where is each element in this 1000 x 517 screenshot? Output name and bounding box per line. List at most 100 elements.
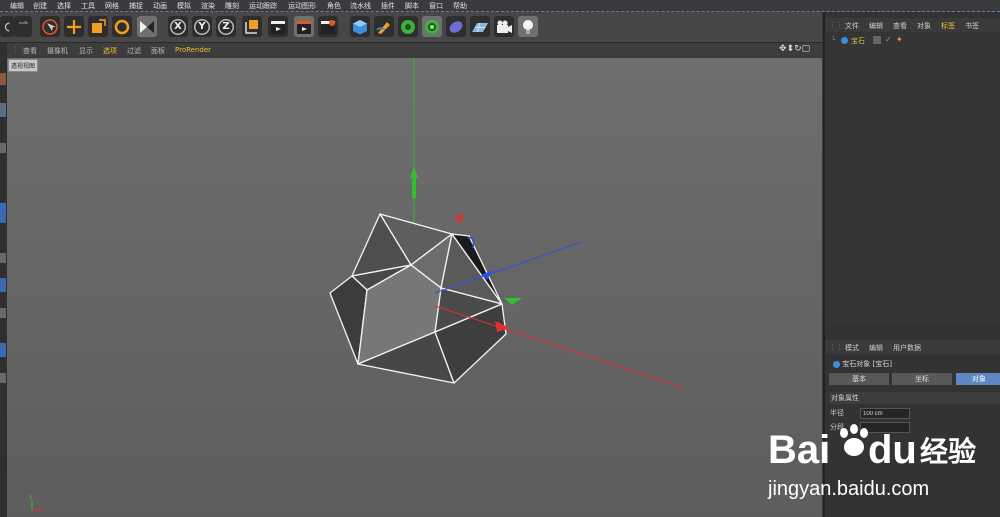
om-menu-bookmarks[interactable]: 书签 bbox=[965, 21, 979, 31]
menu-window[interactable]: 窗口 bbox=[429, 1, 443, 11]
scale-button[interactable] bbox=[88, 16, 108, 37]
menu-edit[interactable]: 编辑 bbox=[10, 1, 24, 11]
pen-spline-button[interactable] bbox=[374, 16, 394, 37]
menu-render[interactable]: 渲染 bbox=[201, 1, 215, 11]
object-properties-section: 对象属性 bbox=[829, 392, 1000, 404]
perspective-viewport[interactable]: 透视视图 y bbox=[7, 58, 822, 517]
am-menu-edit[interactable]: 编辑 bbox=[869, 343, 883, 353]
om-menu-file[interactable]: 文件 bbox=[845, 21, 859, 31]
rotate-icon bbox=[114, 19, 130, 34]
phong-tag-icon[interactable]: ✦ bbox=[896, 35, 903, 44]
menu-plugins[interactable]: 插件 bbox=[381, 1, 395, 11]
object-list: └ 宝石 ✓ ✦ bbox=[825, 33, 1000, 325]
om-menu-view[interactable]: 查看 bbox=[893, 21, 907, 31]
array-icon bbox=[425, 19, 439, 34]
viewport-menubar: ⋮⋮ 查看 摄像机 显示 选项 过滤 面板 ProRender ✥⬍↻▢ bbox=[7, 43, 822, 57]
x-axis-lock-button[interactable]: X bbox=[168, 16, 188, 37]
y-axis-label: Y bbox=[198, 21, 206, 32]
left-tool-2[interactable] bbox=[0, 103, 6, 117]
menu-script[interactable]: 脚本 bbox=[405, 1, 419, 11]
menu-pipeline[interactable]: 流水线 bbox=[350, 1, 371, 11]
rotate-button[interactable] bbox=[112, 16, 132, 37]
recent-tools-button[interactable] bbox=[137, 16, 157, 37]
light-bulb-icon bbox=[523, 19, 533, 34]
baidu-watermark: Bai du 经验 jingyan.baidu.com bbox=[760, 415, 1000, 515]
redo-icon bbox=[19, 20, 29, 24]
subdivision-icon bbox=[401, 19, 415, 34]
left-tool-5[interactable] bbox=[0, 253, 6, 263]
left-tool-7[interactable] bbox=[0, 308, 6, 318]
move-button[interactable] bbox=[64, 16, 84, 37]
left-tool-3[interactable] bbox=[0, 143, 6, 153]
layer-icon[interactable] bbox=[873, 36, 881, 44]
left-tool-6[interactable] bbox=[0, 278, 6, 292]
z-axis-label: Z bbox=[222, 21, 230, 32]
render-view-button[interactable] bbox=[268, 16, 288, 37]
deformer-button[interactable] bbox=[446, 16, 466, 37]
light-button[interactable] bbox=[518, 16, 538, 37]
left-tool-9[interactable] bbox=[0, 373, 6, 383]
object-name[interactable]: 宝石 bbox=[851, 36, 865, 46]
select-cursor-icon bbox=[42, 18, 58, 35]
attribute-manager-menubar: ⋮⋮ 模式 编辑 用户数据 bbox=[825, 340, 1000, 354]
scale-icon bbox=[92, 18, 106, 33]
floor-button[interactable] bbox=[470, 16, 490, 37]
clapper-gear-icon bbox=[321, 19, 335, 34]
redo-button[interactable] bbox=[14, 16, 32, 37]
render-settings-button[interactable] bbox=[318, 16, 338, 37]
coordinate-system-icon bbox=[245, 19, 258, 34]
menu-tools[interactable]: 工具 bbox=[81, 1, 95, 11]
menu-select[interactable]: 选择 bbox=[57, 1, 71, 11]
om-menu-objects[interactable]: 对象 bbox=[917, 21, 931, 31]
om-menu-edit[interactable]: 编辑 bbox=[869, 21, 883, 31]
vp-menu-display[interactable]: 显示 bbox=[79, 46, 93, 56]
z-axis-lock-button[interactable]: Z bbox=[216, 16, 236, 37]
vp-menu-panel[interactable]: 面板 bbox=[151, 46, 165, 56]
am-menu-userdata[interactable]: 用户数据 bbox=[893, 343, 921, 353]
tab-coord[interactable]: 坐标 bbox=[892, 373, 952, 385]
menu-motion-tracker[interactable]: 运动跟踪 bbox=[249, 1, 277, 11]
visibility-check-icon[interactable]: ✓ bbox=[885, 35, 892, 44]
cube-icon bbox=[353, 19, 367, 34]
vp-menu-view[interactable]: 查看 bbox=[23, 46, 37, 56]
tree-connector-icon: └ bbox=[831, 36, 836, 44]
cube-object-button[interactable] bbox=[350, 16, 370, 37]
menu-mograph[interactable]: 运动图形 bbox=[288, 1, 316, 11]
y-axis-arrow bbox=[410, 166, 418, 178]
viewport-nav-icons[interactable]: ✥⬍↻▢ bbox=[779, 44, 810, 54]
menu-create[interactable]: 创建 bbox=[33, 1, 47, 11]
live-select-button[interactable] bbox=[40, 16, 60, 37]
left-tool-4[interactable] bbox=[0, 203, 6, 223]
menu-simulate[interactable]: 模拟 bbox=[177, 1, 191, 11]
undo-button[interactable] bbox=[0, 16, 14, 37]
menu-mesh[interactable]: 网格 bbox=[105, 1, 119, 11]
watermark-brand-3: 经验 bbox=[920, 435, 976, 468]
array-button[interactable] bbox=[422, 16, 442, 37]
menu-snap[interactable]: 捕捉 bbox=[129, 1, 143, 11]
vp-menu-filter[interactable]: 过滤 bbox=[127, 46, 141, 56]
tab-basic[interactable]: 基本 bbox=[829, 373, 889, 385]
y-axis-lock-button[interactable]: Y bbox=[192, 16, 212, 37]
left-tool-8[interactable] bbox=[0, 343, 6, 357]
am-menu-mode[interactable]: 模式 bbox=[845, 343, 859, 353]
baidu-logo: Bai du 经验 jingyan.baidu.com bbox=[767, 424, 976, 500]
subdivision-surface-button[interactable] bbox=[398, 16, 418, 37]
menu-help[interactable]: 帮助 bbox=[453, 1, 467, 11]
menu-animate[interactable]: 动画 bbox=[153, 1, 167, 11]
om-menu-tags[interactable]: 标签 bbox=[941, 21, 955, 31]
menu-character[interactable]: 角色 bbox=[327, 1, 341, 11]
menu-sculpt[interactable]: 雕刻 bbox=[225, 1, 239, 11]
tab-object[interactable]: 对象 bbox=[956, 373, 1000, 385]
object-title-text: 宝石对象 [宝石] bbox=[842, 360, 892, 368]
svg-text:y: y bbox=[29, 493, 33, 500]
camera-button[interactable] bbox=[494, 16, 514, 37]
render-to-picture-viewer-button[interactable] bbox=[294, 16, 314, 37]
vp-menu-options[interactable]: 选项 bbox=[103, 46, 117, 56]
left-tool-1[interactable] bbox=[0, 73, 6, 85]
pen-icon bbox=[376, 21, 390, 34]
paw-icon bbox=[840, 424, 868, 456]
vp-menu-prorender[interactable]: ProRender bbox=[175, 46, 211, 54]
coordinate-system-button[interactable] bbox=[242, 16, 262, 37]
vp-menu-camera[interactable]: 摄像机 bbox=[47, 46, 68, 56]
object-row-gem[interactable]: └ 宝石 ✓ ✦ bbox=[831, 35, 1000, 47]
